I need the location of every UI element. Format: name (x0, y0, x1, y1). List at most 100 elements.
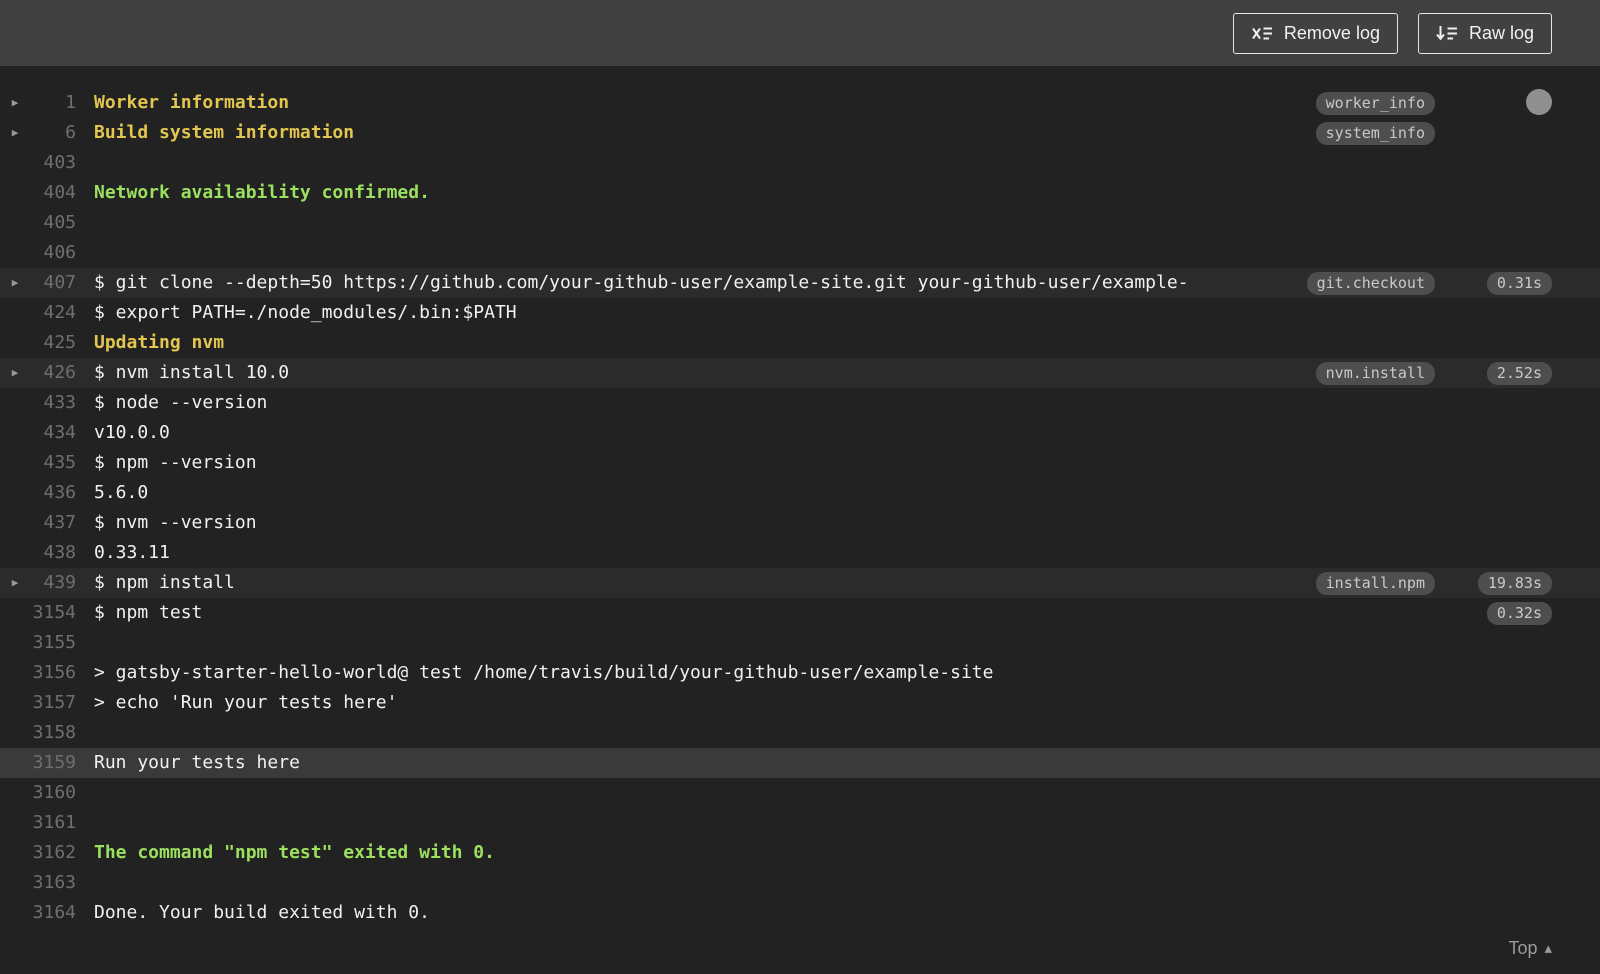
line-number-link[interactable]: 3158 (30, 718, 76, 748)
log-line-text: v10.0.0 (94, 422, 170, 443)
duration-slot: 0.31s (1468, 271, 1552, 295)
fold-toggle-icon[interactable]: ▶ (0, 358, 30, 388)
log-line: ▶ 407 $ git clone --depth=50 https://git… (0, 268, 1600, 298)
log-line: ▶ 426 $ nvm install 10.0 nvm.install 2.5… (0, 358, 1600, 388)
toolbar: Remove log Raw log (0, 0, 1600, 66)
log-view: ▶ 1 Worker information worker_info ▶ 6 B… (0, 66, 1600, 974)
log-line: ▶ 439 $ npm install install.npm 19.83s (0, 568, 1600, 598)
line-number-link[interactable]: 3160 (30, 778, 76, 808)
fold-name-badge: nvm.install (1315, 361, 1435, 385)
line-number-link[interactable]: 3157 (30, 688, 76, 718)
log-line: 3157 > echo 'Run your tests here' (0, 688, 1600, 718)
log-line-text: $ git clone --depth=50 https://github.co… (94, 272, 1189, 293)
log-line: 3164 Done. Your build exited with 0. (0, 898, 1600, 928)
remove-log-button[interactable]: Remove log (1232, 12, 1398, 54)
line-number-link[interactable]: 436 (30, 478, 76, 508)
log-line: 405 (0, 208, 1600, 238)
log-line-text: $ npm install (94, 572, 235, 593)
log-line-text: Updating nvm (94, 332, 225, 353)
duration-slot: 2.52s (1468, 361, 1552, 385)
log-line: 3154 $ npm test 0.32s (0, 598, 1600, 628)
raw-log-button[interactable]: Raw log (1417, 12, 1552, 54)
log-line: 424 $ export PATH=./node_modules/.bin:$P… (0, 298, 1600, 328)
line-number-link[interactable]: 426 (30, 358, 76, 388)
line-number-link[interactable]: 3155 (30, 628, 76, 658)
log-body: ▶ 1 Worker information worker_info ▶ 6 B… (0, 88, 1600, 928)
raw-log-label: Raw log (1468, 22, 1534, 43)
raw-log-icon (1436, 25, 1458, 42)
scroll-to-top-link[interactable]: Top ▴ (1508, 938, 1552, 959)
line-number-link[interactable]: 3156 (30, 658, 76, 688)
line-number-link[interactable]: 406 (30, 238, 76, 268)
fold-name-badge: git.checkout (1306, 271, 1435, 295)
fold-toggle-icon[interactable]: ▶ (0, 118, 30, 148)
log-line: 403 (0, 148, 1600, 178)
fold-toggle-icon[interactable]: ▶ (0, 268, 30, 298)
line-number-link[interactable]: 404 (30, 178, 76, 208)
line-number-link[interactable]: 433 (30, 388, 76, 418)
log-line: 436 5.6.0 (0, 478, 1600, 508)
log-line: 404 Network availability confirmed. (0, 178, 1600, 208)
scroll-indicator[interactable] (1526, 89, 1552, 115)
line-number-link[interactable]: 437 (30, 508, 76, 538)
line-number-link[interactable]: 3161 (30, 808, 76, 838)
log-line-text: Network availability confirmed. (94, 182, 430, 203)
line-number-link[interactable]: 438 (30, 538, 76, 568)
remove-log-icon (1251, 25, 1273, 42)
log-line-text: $ export PATH=./node_modules/.bin:$PATH (94, 302, 517, 323)
line-number-link[interactable]: 425 (30, 328, 76, 358)
duration-slot: 0.32s (1468, 601, 1552, 625)
line-number-link[interactable]: 6 (30, 118, 76, 148)
line-number-link[interactable]: 407 (30, 268, 76, 298)
log-line: 433 $ node --version (0, 388, 1600, 418)
duration-badge: 19.83s (1477, 571, 1552, 595)
top-arrow-icon: ▴ (1544, 939, 1552, 957)
log-line-text: 5.6.0 (94, 482, 149, 503)
log-line: 406 (0, 238, 1600, 268)
top-label: Top (1508, 938, 1538, 958)
log-line: ▶ 6 Build system information system_info (0, 118, 1600, 148)
remove-log-label: Remove log (1283, 22, 1380, 43)
log-line: 3163 (0, 868, 1600, 898)
log-line-text: The command "npm test" exited with 0. (94, 842, 495, 863)
line-number-link[interactable]: 3159 (30, 748, 76, 778)
fold-toggle-icon[interactable]: ▶ (0, 88, 30, 118)
line-number-link[interactable]: 434 (30, 418, 76, 448)
duration-slot: 19.83s (1468, 571, 1552, 595)
log-line-text: $ npm --version (94, 452, 257, 473)
log-line-text: Run your tests here (94, 752, 300, 773)
log-line: 3160 (0, 778, 1600, 808)
line-number-link[interactable]: 3162 (30, 838, 76, 868)
line-number-link[interactable]: 435 (30, 448, 76, 478)
fold-name-badge: worker_info (1315, 91, 1435, 115)
log-line: 3159 Run your tests here (0, 748, 1600, 778)
line-number-link[interactable]: 3154 (30, 598, 76, 628)
log-line: 3155 (0, 628, 1600, 658)
line-number-link[interactable]: 403 (30, 148, 76, 178)
fold-toggle-icon[interactable]: ▶ (0, 568, 30, 598)
log-line: ▶ 1 Worker information worker_info (0, 88, 1600, 118)
log-line-text: $ node --version (94, 392, 268, 413)
log-line-text: Done. Your build exited with 0. (94, 902, 430, 923)
line-number-link[interactable]: 424 (30, 298, 76, 328)
fold-badge-slot: install.npm (1315, 571, 1435, 595)
log-line: 425 Updating nvm (0, 328, 1600, 358)
line-number-link[interactable]: 3164 (30, 898, 76, 928)
log-line: 437 $ nvm --version (0, 508, 1600, 538)
line-number-link[interactable]: 1 (30, 88, 76, 118)
log-line-text: 0.33.11 (94, 542, 170, 563)
fold-badge-slot: nvm.install (1315, 361, 1435, 385)
log-line: 435 $ npm --version (0, 448, 1600, 478)
line-number-link[interactable]: 439 (30, 568, 76, 598)
fold-name-badge: install.npm (1315, 571, 1435, 595)
log-line-text: Build system information (94, 122, 355, 143)
log-line: 434 v10.0.0 (0, 418, 1600, 448)
log-line: 3158 (0, 718, 1600, 748)
log-line-text: $ nvm --version (94, 512, 257, 533)
log-line: 3156 > gatsby-starter-hello-world@ test … (0, 658, 1600, 688)
log-line-text: > gatsby-starter-hello-world@ test /home… (94, 662, 994, 683)
line-number-link[interactable]: 405 (30, 208, 76, 238)
log-line-text: $ nvm install 10.0 (94, 362, 290, 383)
fold-badge-slot: worker_info (1315, 91, 1435, 115)
line-number-link[interactable]: 3163 (30, 868, 76, 898)
